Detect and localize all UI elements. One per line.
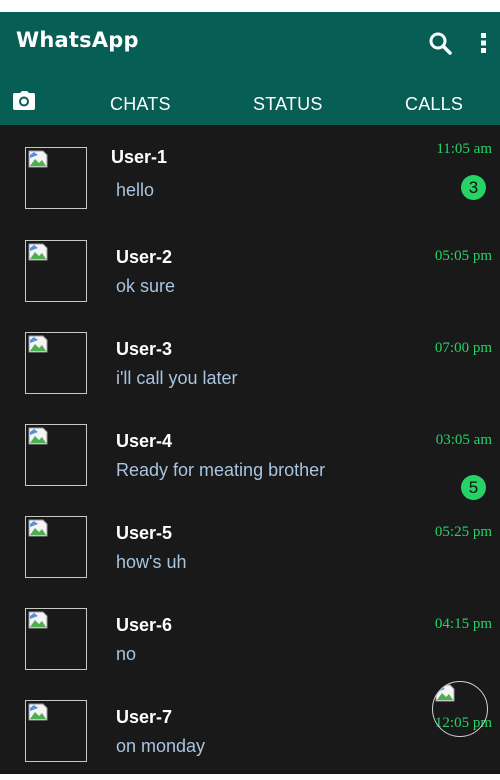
tab-calls[interactable]: CALLS [405, 94, 463, 115]
chat-name: User-3 [116, 339, 173, 359]
chat-time: 11:05 am [436, 141, 492, 157]
chat-message: hello [116, 180, 155, 200]
chat-row[interactable]: User-3 i'll call you later 07:00 pm [0, 309, 500, 401]
app-header: WhatsApp CHATS STATUS CALLS [0, 12, 500, 125]
broken-image-icon [28, 519, 48, 537]
chat-message: no [116, 644, 137, 664]
tab-chats[interactable]: CHATS [110, 94, 171, 115]
avatar[interactable] [25, 147, 87, 209]
whatsapp-app: WhatsApp CHATS STATUS CALLS User-1 hello… [0, 12, 500, 774]
avatar[interactable] [25, 424, 87, 486]
chat-name: User-7 [116, 707, 173, 727]
chat-message: ok sure [116, 276, 176, 296]
chat-name: User-4 [116, 431, 173, 451]
avatar[interactable] [25, 700, 87, 762]
chat-message: Ready for meating brother [116, 460, 326, 480]
broken-image-icon [28, 611, 48, 629]
broken-image-icon [28, 427, 48, 445]
broken-image-icon [435, 684, 455, 702]
chat-row[interactable]: User-6 no 04:15 pm [0, 585, 500, 677]
app-title: WhatsApp [16, 28, 139, 52]
chat-row[interactable]: User-2 ok sure 05:05 pm [0, 217, 500, 309]
search-icon[interactable] [427, 30, 453, 56]
unread-badge: 3 [461, 175, 486, 200]
chat-time: 03:05 am [435, 432, 492, 448]
tab-status[interactable]: STATUS [253, 94, 323, 115]
chat-time: 07:00 pm [434, 340, 492, 356]
chat-name: User-1 [111, 147, 168, 167]
avatar[interactable] [25, 516, 87, 578]
chat-time: 04:15 pm [434, 616, 492, 632]
broken-image-icon [28, 335, 48, 353]
chat-row[interactable]: User-4 Ready for meating brother 03:05 a… [0, 401, 500, 500]
chat-name: User-6 [116, 615, 173, 635]
camera-icon[interactable] [12, 90, 38, 116]
avatar[interactable] [25, 608, 87, 670]
new-chat-fab[interactable] [432, 681, 488, 737]
broken-image-icon [28, 243, 48, 261]
chat-message: on monday [116, 736, 206, 756]
broken-image-icon [28, 150, 48, 168]
broken-image-icon [28, 703, 48, 721]
tab-bar: CHATS STATUS CALLS [0, 88, 500, 125]
avatar[interactable] [25, 332, 87, 394]
chat-name: User-5 [116, 523, 173, 543]
more-vertical-icon[interactable] [471, 30, 497, 56]
avatar[interactable] [25, 240, 87, 302]
chat-row[interactable]: User-5 how's uh 05:25 pm [0, 493, 500, 585]
chat-row[interactable]: User-7 on monday 12:05 pm [0, 677, 500, 769]
chat-message: how's uh [116, 552, 187, 572]
chat-message: i'll call you later [116, 368, 238, 388]
chat-time: 05:25 pm [434, 524, 492, 540]
chat-name: User-2 [116, 247, 173, 267]
chat-time: 05:05 pm [434, 248, 492, 264]
chat-row[interactable]: User-1 hello 11:05 am 3 [0, 125, 500, 217]
